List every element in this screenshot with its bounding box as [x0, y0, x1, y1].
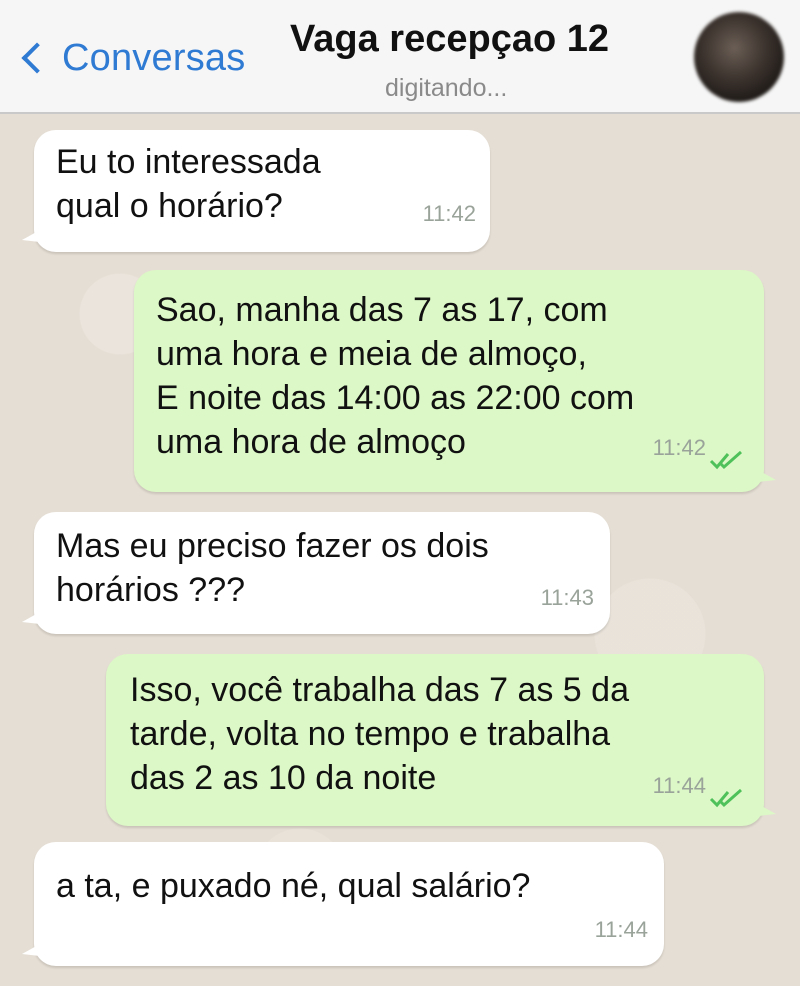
message-time: 11:43: [540, 585, 594, 610]
message-time: 11:44: [594, 917, 648, 942]
message-time: 11:42: [652, 435, 706, 460]
message-bubble-outgoing[interactable]: Sao, manha das 7 as 17, com uma hora e m…: [134, 270, 776, 492]
message-time: 11:44: [652, 773, 706, 798]
back-button[interactable]: Conversas: [18, 30, 245, 86]
message-bubble-outgoing[interactable]: Isso, você trabalha das 7 as 5 da tarde,…: [106, 654, 776, 826]
message-bubble-incoming[interactable]: Mas eu preciso fazer os dois horários ??…: [22, 512, 610, 634]
message-text: Isso, você trabalha das 7 as 5 da tarde,…: [130, 671, 629, 797]
chevron-left-icon: [21, 42, 53, 74]
chat-header: Conversas Vaga recepçao 12 digitando...: [0, 0, 800, 114]
typing-status: digitando...: [385, 74, 508, 102]
message-text: Sao, manha das 7 as 17, com uma hora e m…: [156, 291, 635, 461]
double-check-icon: [709, 788, 742, 808]
message-text: Eu to interessada qual o horário?: [56, 143, 321, 225]
contact-name[interactable]: Vaga recepçao 12: [290, 18, 609, 61]
message-text: a ta, e puxado né, qual salário?: [56, 867, 531, 905]
message-bubble-incoming[interactable]: a ta, e puxado né, qual salário? 11:44: [22, 842, 664, 966]
message-list[interactable]: Eu to interessada qual o horário? 11:42 …: [0, 114, 800, 986]
back-label: Conversas: [62, 36, 246, 79]
message-time: 11:42: [422, 201, 476, 226]
message-bubble-incoming[interactable]: Eu to interessada qual o horário? 11:42: [22, 130, 490, 252]
message-text: Mas eu preciso fazer os dois horários ??…: [56, 527, 489, 609]
avatar[interactable]: [694, 12, 784, 102]
double-check-icon: [709, 450, 742, 470]
